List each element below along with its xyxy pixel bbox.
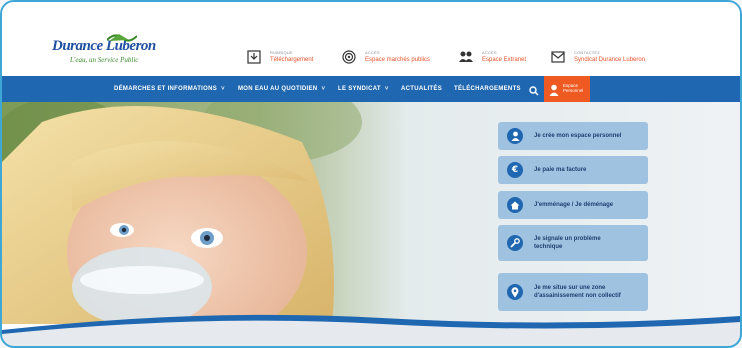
site-logo[interactable]: Durance Luberon L'eau, un Service Public bbox=[52, 34, 172, 66]
action-label-line2: technique bbox=[534, 244, 563, 250]
tile-title: Syndicat Durance Luberon bbox=[574, 57, 646, 63]
action-locate-zone[interactable]: Je me situe sur une zone d'assainissemen… bbox=[498, 273, 648, 311]
search-icon[interactable] bbox=[529, 83, 539, 96]
tile-caption: Rubrique bbox=[270, 50, 293, 55]
nav-label: TÉLÉCHARGEMENTS bbox=[454, 86, 521, 92]
home-icon bbox=[507, 197, 523, 213]
tile-caption: Accès bbox=[482, 50, 497, 55]
nav-label: DÉMARCHES ET INFORMATIONS bbox=[114, 86, 218, 92]
nav-label: LE SYNDICAT bbox=[338, 86, 381, 92]
wrench-icon bbox=[507, 235, 523, 251]
hero-banner: Je crée mon espace personnel € Je paie m… bbox=[2, 102, 740, 324]
download-tile[interactable]: Rubrique Téléchargement bbox=[246, 46, 313, 68]
bottom-wave bbox=[2, 314, 740, 346]
mail-icon bbox=[550, 49, 566, 65]
extranet-tile[interactable]: Accès Espace Extranet bbox=[458, 46, 526, 68]
target-icon bbox=[341, 49, 357, 65]
action-label: Je signale un problème technique bbox=[534, 235, 601, 252]
nav-item-mon-eau[interactable]: MON EAU AU QUOTIDIEN ˅ bbox=[238, 76, 325, 102]
people-icon bbox=[458, 49, 474, 65]
action-report-problem[interactable]: Je signale un problème technique bbox=[498, 225, 648, 261]
site-header: Durance Luberon L'eau, un Service Public… bbox=[2, 2, 740, 76]
nav-item-telechargements[interactable]: TÉLÉCHARGEMENTS bbox=[454, 76, 521, 102]
action-label: Je paie ma facture bbox=[534, 166, 587, 173]
logo-wave-icon bbox=[107, 34, 137, 42]
action-label-line2: d'assainissement non collectif bbox=[534, 293, 621, 299]
nav-item-demarches[interactable]: DÉMARCHES ET INFORMATIONS ˅ bbox=[114, 76, 225, 102]
action-pay-bill[interactable]: € Je paie ma facture bbox=[498, 156, 648, 184]
main-nav: DÉMARCHES ET INFORMATIONS ˅ MON EAU AU Q… bbox=[2, 76, 740, 102]
nav-label: MON EAU AU QUOTIDIEN bbox=[238, 86, 318, 92]
user-icon bbox=[507, 128, 523, 144]
personal-label-line2: Personnel bbox=[563, 88, 584, 93]
action-label: Je crée mon espace personnel bbox=[534, 132, 622, 139]
nav-label: ACTUALITÉS bbox=[401, 86, 442, 92]
chevron-down-icon: ˅ bbox=[221, 86, 225, 92]
euro-icon: € bbox=[507, 162, 523, 178]
chevron-down-icon: ˅ bbox=[384, 86, 389, 92]
action-label-line1: Je signale un problème bbox=[534, 235, 601, 242]
public-markets-tile[interactable]: Accès Espace marchés publics bbox=[341, 46, 430, 68]
action-label: Je me situe sur une zone d'assainissemen… bbox=[534, 284, 621, 301]
contact-tile[interactable]: Contactez Syndicat Durance Luberon bbox=[550, 46, 645, 68]
action-label-line1: Je me situe sur une zone bbox=[534, 284, 606, 291]
download-icon bbox=[246, 49, 262, 65]
tile-title: Espace Extranet bbox=[482, 57, 527, 63]
location-icon bbox=[507, 284, 523, 300]
action-create-account[interactable]: Je crée mon espace personnel bbox=[498, 122, 648, 150]
personal-space-button[interactable]: Espace Personnel bbox=[544, 76, 590, 102]
nav-item-actualites[interactable]: ACTUALITÉS bbox=[401, 76, 442, 102]
browser-frame: Durance Luberon L'eau, un Service Public… bbox=[0, 0, 742, 348]
logo-tagline: L'eau, un Service Public bbox=[70, 56, 139, 64]
action-moving[interactable]: J'emménage / Je déménage bbox=[498, 191, 648, 219]
chevron-down-icon: ˅ bbox=[321, 86, 326, 92]
nav-item-syndicat[interactable]: LE SYNDICAT ˅ bbox=[338, 76, 389, 102]
tile-title: Espace marchés publics bbox=[365, 57, 431, 63]
action-label: J'emménage / Je déménage bbox=[534, 201, 614, 208]
tile-caption: Accès bbox=[365, 50, 380, 55]
user-icon bbox=[549, 83, 559, 96]
tile-title: Téléchargement bbox=[270, 57, 314, 63]
tile-caption: Contactez bbox=[574, 50, 600, 55]
